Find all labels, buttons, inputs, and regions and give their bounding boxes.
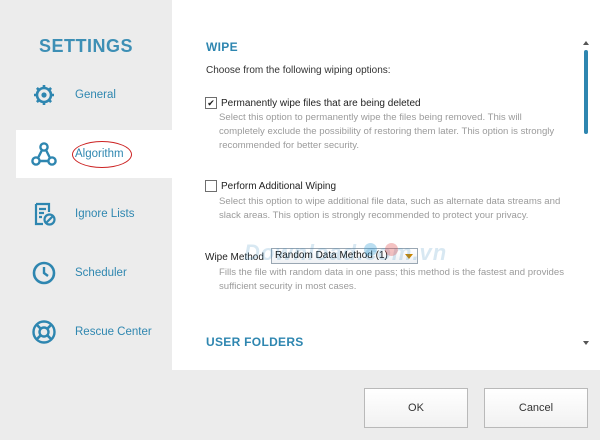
clock-icon [32,261,56,285]
settings-sidebar: SETTINGS General Algorithm Ignore Lists … [0,0,172,440]
wipe-deleted-option[interactable]: ✔ Permanently wipe files that are being … [205,97,421,109]
highlight-circle-annotation [72,141,132,168]
wipe-intro-text: Choose from the following wiping options… [206,65,391,76]
section-title-user-folders: USER FOLDERS [206,335,304,349]
additional-wiping-option[interactable]: Perform Additional Wiping [205,180,336,192]
option-description: Select this option to permanently wipe t… [219,112,555,151]
option-label: Perform Additional Wiping [221,180,337,192]
scroll-up-icon[interactable] [582,40,590,46]
content-scrollbar[interactable] [582,40,590,346]
sidebar-item-label: Rescue Center [75,326,152,338]
wipe-method-description: Fills the file with random data in one p… [219,267,565,292]
sidebar-item-ignore-lists[interactable]: Ignore Lists [16,190,172,238]
dialog-footer: OK Cancel [172,370,600,440]
sidebar-item-rescue-center[interactable]: Rescue Center [16,308,172,356]
sidebar-item-general[interactable]: General [16,71,172,119]
section-title-wipe: WIPE [206,40,238,54]
ok-button[interactable]: OK [364,388,468,428]
cancel-button[interactable]: Cancel [484,388,588,428]
watermark-dots [364,243,406,256]
sidebar-item-label: General [75,89,116,101]
sidebar-item-label: Scheduler [75,267,127,279]
sidebar-item-algorithm[interactable]: Algorithm [16,130,172,178]
option-label: Permanently wipe files that are being de… [221,97,421,109]
scroll-down-icon[interactable] [582,340,590,346]
scroll-thumb[interactable] [584,50,588,134]
ignore-list-icon [34,202,56,226]
watermark-text: Download.com.vn [244,240,448,265]
settings-title: SETTINGS [38,36,133,56]
gear-icon [34,85,54,105]
additional-wiping-checkbox[interactable] [205,180,217,192]
wipe-deleted-checkbox[interactable]: ✔ [205,97,217,109]
sidebar-item-scheduler[interactable]: Scheduler [16,249,172,297]
option-description: Select this option to wipe additional fi… [219,196,561,221]
sidebar-item-label: Ignore Lists [75,208,135,220]
algorithm-nodes-icon [31,142,57,166]
settings-content: WIPE Choose from the following wiping op… [172,0,600,370]
lifebuoy-icon [32,320,56,344]
